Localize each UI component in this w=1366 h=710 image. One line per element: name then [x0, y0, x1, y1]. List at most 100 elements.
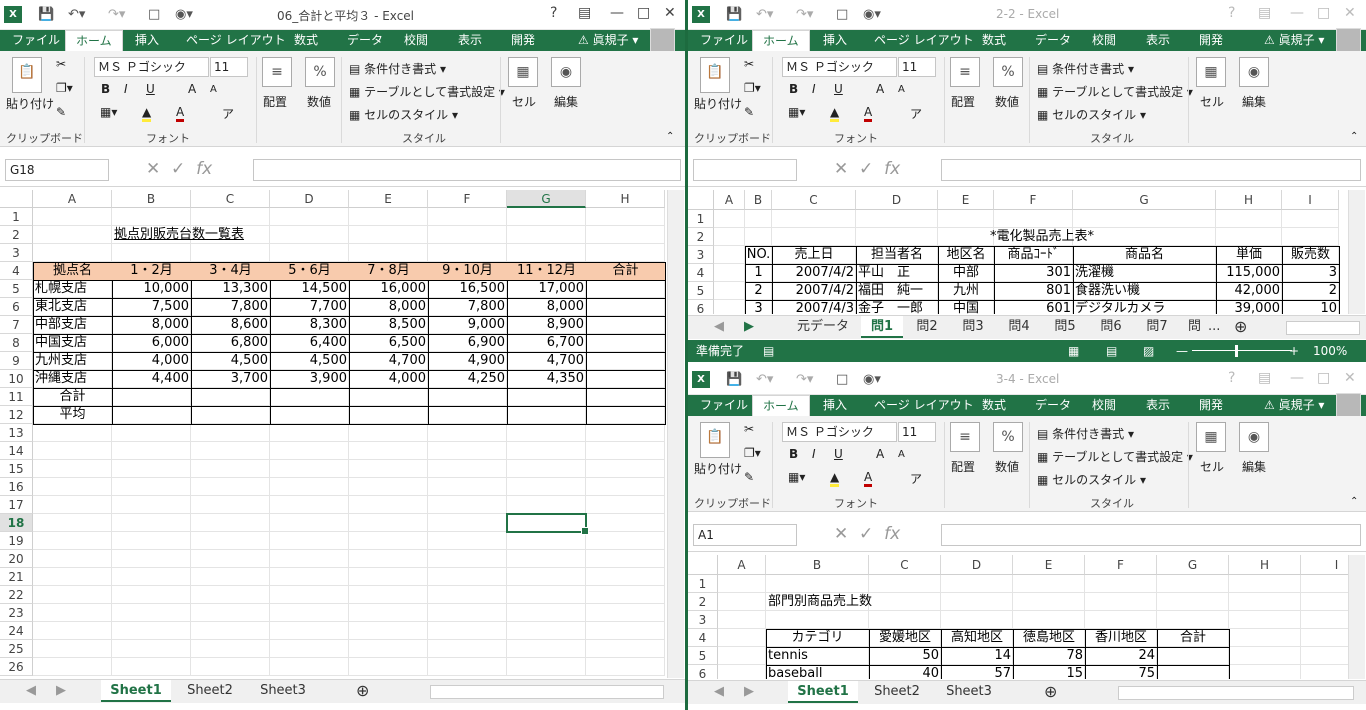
- sheet-nav-prev-icon[interactable]: ◀: [20, 680, 42, 702]
- row-header[interactable]: 3: [688, 246, 714, 264]
- grid-cell[interactable]: [191, 442, 270, 460]
- row-header[interactable]: 7: [0, 316, 33, 334]
- grid-cell[interactable]: [33, 658, 112, 676]
- column-header[interactable]: H: [586, 190, 665, 208]
- sheet-tab-q6[interactable]: 問6: [1090, 316, 1132, 338]
- paste-button[interactable]: 貼り付け: [6, 95, 54, 112]
- row-header[interactable]: 11: [0, 388, 33, 406]
- border-icon[interactable]: ▦▾: [788, 470, 805, 484]
- paste-button[interactable]: 貼り付け: [694, 95, 742, 112]
- align-icon[interactable]: ≡: [262, 57, 292, 87]
- grid-cell[interactable]: [586, 226, 665, 244]
- avatar[interactable]: [650, 28, 675, 52]
- fill-color-icon[interactable]: ▲: [830, 470, 840, 487]
- grid-cell[interactable]: [270, 442, 349, 460]
- grid-cell[interactable]: [507, 568, 586, 586]
- user-name[interactable]: ⚠ 眞規子 ▾: [1264, 30, 1324, 51]
- worksheet-grid[interactable]: A B C D E F G H I 1 2 3 4 5 6 *電化製品売上表* NO. 売上日 担当者名 地区名 商品ｺ…: [688, 190, 1348, 314]
- grid-cell[interactable]: [33, 496, 112, 514]
- font-name-box[interactable]: ＭＳ Ｐゴシック: [782, 422, 897, 442]
- grid-cell[interactable]: [1229, 665, 1301, 679]
- grid-cell[interactable]: [507, 622, 586, 640]
- tab-review[interactable]: 校閲: [404, 30, 428, 51]
- page-break-view-icon[interactable]: ▨: [1143, 340, 1154, 362]
- grid-cell[interactable]: [191, 640, 270, 658]
- grid-cell[interactable]: [586, 442, 665, 460]
- grid-cell[interactable]: [714, 264, 745, 282]
- save-icon[interactable]: 💾: [38, 6, 54, 23]
- ribbon-display-icon[interactable]: ▤: [1258, 370, 1271, 386]
- copy-icon[interactable]: ❐▾: [744, 81, 761, 95]
- minimize-icon[interactable]: —: [610, 5, 624, 21]
- grid-cell[interactable]: [428, 640, 507, 658]
- grid-cell[interactable]: [1229, 611, 1301, 629]
- row-header[interactable]: 24: [0, 622, 33, 640]
- grid-cell[interactable]: [745, 210, 772, 228]
- cells-button[interactable]: セル: [1200, 458, 1224, 475]
- grid-cell[interactable]: [507, 226, 586, 244]
- grid-cell[interactable]: [1085, 575, 1157, 593]
- font-grow-button[interactable]: A: [188, 82, 196, 96]
- row-header[interactable]: 5: [0, 280, 33, 298]
- grid-cell[interactable]: [33, 244, 112, 262]
- tab-home[interactable]: ホーム: [752, 395, 810, 416]
- row-header[interactable]: 1: [0, 208, 33, 226]
- grid-cell[interactable]: [586, 586, 665, 604]
- grid-cell[interactable]: [270, 550, 349, 568]
- binoculars-icon[interactable]: ◉: [551, 57, 581, 87]
- row-header[interactable]: 6: [0, 298, 33, 316]
- grid-cell[interactable]: [428, 604, 507, 622]
- zoom-level[interactable]: 100%: [1313, 340, 1347, 362]
- grid-cell[interactable]: [112, 532, 191, 550]
- tab-review[interactable]: 校閲: [1092, 30, 1116, 51]
- sheet-tab-sheet1[interactable]: Sheet1: [788, 681, 858, 703]
- grid-cell[interactable]: [349, 208, 428, 226]
- save-icon[interactable]: 💾: [726, 371, 742, 388]
- ribbon-display-icon[interactable]: ▤: [578, 5, 591, 21]
- row-header[interactable]: 9: [0, 352, 33, 370]
- grid-cell[interactable]: [349, 586, 428, 604]
- column-header[interactable]: B: [112, 190, 191, 208]
- column-header[interactable]: H: [1229, 555, 1301, 575]
- grid-cell[interactable]: [714, 246, 745, 264]
- number-button[interactable]: 数値: [995, 458, 1019, 475]
- undo-icon[interactable]: ↶▾: [756, 6, 773, 23]
- grid-cell[interactable]: [1157, 611, 1229, 629]
- table-format-button[interactable]: ▦ テーブルとして書式設定 ▾: [349, 83, 505, 100]
- tab-page-layout[interactable]: ページ レイアウト: [186, 30, 286, 51]
- bold-button[interactable]: B: [789, 82, 798, 96]
- grid-cell[interactable]: [507, 460, 586, 478]
- grid-cell[interactable]: [33, 460, 112, 478]
- sheet-title[interactable]: *電化製品売上表*: [745, 228, 1339, 246]
- macro-record-icon[interactable]: ▤: [763, 340, 774, 362]
- grid-cell[interactable]: [428, 550, 507, 568]
- tab-file[interactable]: ファイル: [2, 30, 70, 51]
- minimize-icon[interactable]: —: [1290, 370, 1304, 386]
- cut-icon[interactable]: ✂: [744, 57, 754, 71]
- worksheet-grid[interactable]: A B C D E F G H 1 2 3 4 5 6 7 8 9 10 11 12 13 14 15 16 17 18 19 20 2…: [0, 190, 666, 678]
- column-header[interactable]: I: [1301, 555, 1348, 575]
- grid-cell[interactable]: [33, 586, 112, 604]
- grid-cell[interactable]: [349, 514, 428, 532]
- column-header[interactable]: B: [766, 555, 869, 575]
- grid-cell[interactable]: [586, 514, 665, 532]
- tab-insert[interactable]: 挿入: [135, 30, 159, 51]
- grid-cell[interactable]: [507, 550, 586, 568]
- formula-icons[interactable]: ✕ ✓ fx: [834, 159, 900, 179]
- row-header[interactable]: 2: [0, 226, 33, 244]
- sheet-title[interactable]: 部門別商品売上数: [766, 593, 966, 611]
- row-header[interactable]: 5: [688, 282, 714, 300]
- grid-cell[interactable]: [349, 244, 428, 262]
- column-header[interactable]: D: [270, 190, 349, 208]
- grid-cell[interactable]: [270, 586, 349, 604]
- tab-data[interactable]: データ: [1035, 395, 1071, 416]
- font-size-box[interactable]: 11: [898, 57, 936, 77]
- font-color-icon[interactable]: A: [176, 105, 185, 122]
- tab-developer[interactable]: 開発: [511, 30, 535, 51]
- grid-cell[interactable]: [270, 604, 349, 622]
- formula-icons[interactable]: ✕ ✓ fx: [834, 524, 900, 544]
- grid-cell[interactable]: [349, 226, 428, 244]
- font-shrink-button[interactable]: A: [898, 449, 905, 460]
- new-file-icon[interactable]: □: [836, 6, 848, 23]
- grid-cell[interactable]: [428, 622, 507, 640]
